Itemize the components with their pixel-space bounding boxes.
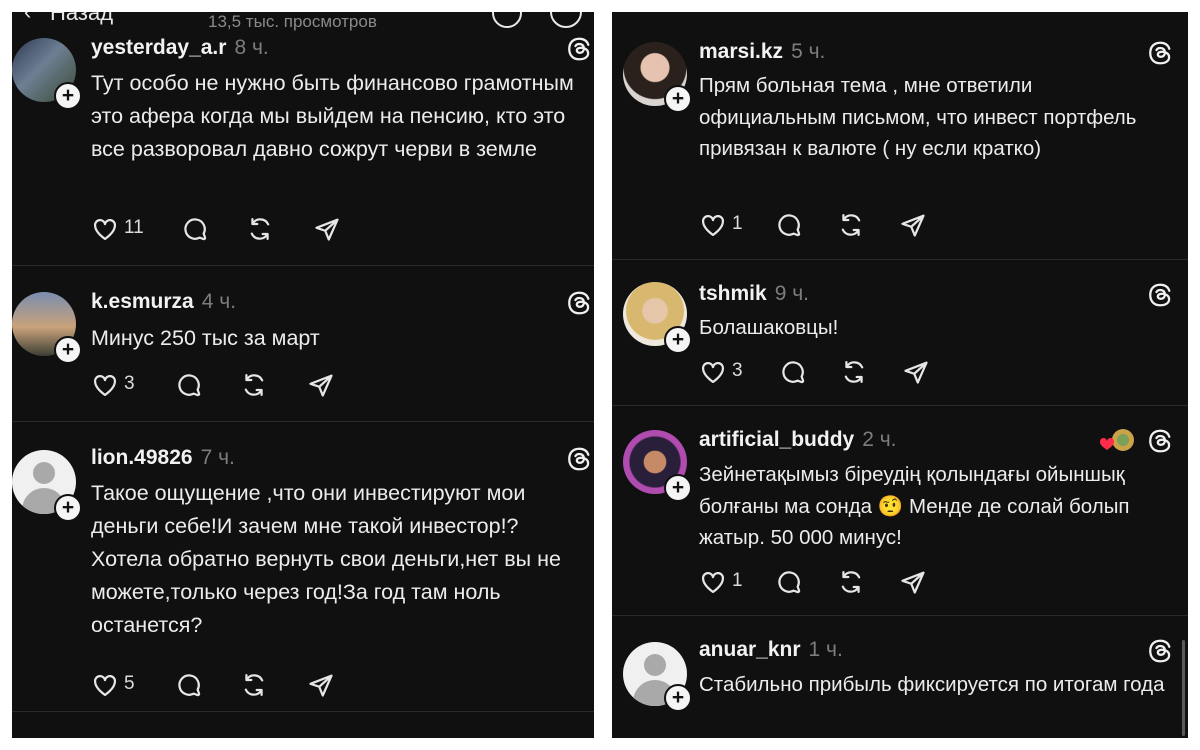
threads-logo-icon <box>568 447 590 471</box>
like-count: 1 <box>732 570 743 591</box>
follow-plus-icon[interactable]: + <box>664 85 692 113</box>
repost-icon[interactable] <box>240 671 268 699</box>
post-text: Зейнетақымыз біреудің қолындағы ойыншық … <box>699 463 1130 549</box>
share-icon[interactable] <box>902 358 930 386</box>
post-text: Стабильно прибыль фиксируется по итогам … <box>699 673 1165 696</box>
follow-plus-icon[interactable]: + <box>664 684 692 712</box>
action-row: 3 <box>91 371 391 401</box>
repost-icon[interactable] <box>246 215 274 243</box>
post-time: 1 ч. <box>808 638 843 661</box>
like-count: 5 <box>124 673 135 694</box>
follow-plus-icon[interactable]: + <box>664 474 692 502</box>
reply-post: + lion.49826 7 ч. Такое ощущение ,что они… <box>12 422 594 712</box>
repost-icon[interactable] <box>240 371 268 399</box>
username[interactable]: yesterday_a.r <box>91 36 226 59</box>
username[interactable]: lion.49826 <box>91 446 193 469</box>
threads-logo-icon <box>1149 639 1171 663</box>
username[interactable]: marsi.kz <box>699 40 783 63</box>
share-icon[interactable] <box>313 215 341 243</box>
username-row: marsi.kz 5 ч. <box>699 40 825 64</box>
username-row: artificial_buddy 2 ч. <box>699 428 897 452</box>
comment-icon[interactable] <box>775 211 803 239</box>
post-time: 7 ч. <box>200 446 235 469</box>
reply-post: + tshmik 9 ч. Болашаковцы! 3 <box>612 260 1188 406</box>
comment-icon[interactable] <box>779 358 807 386</box>
comment-icon[interactable] <box>175 671 203 699</box>
action-row: 11 <box>91 215 391 245</box>
divider <box>12 711 594 712</box>
threads-logo-icon <box>568 37 590 61</box>
post-text: Тут особо не нужно быть финансово грамот… <box>91 71 574 161</box>
post-time: 5 ч. <box>791 40 826 63</box>
reply-post: + yesterday_a.r 8 ч. Тут особо не нужно б… <box>12 12 594 266</box>
username-row: lion.49826 7 ч. <box>91 446 235 470</box>
share-icon[interactable] <box>307 371 335 399</box>
heart-icon[interactable] <box>91 215 119 243</box>
like-count: 3 <box>124 373 135 394</box>
username[interactable]: artificial_buddy <box>699 428 854 451</box>
post-time: 9 ч. <box>774 282 809 305</box>
follow-plus-icon[interactable]: + <box>54 494 82 522</box>
heart-icon[interactable] <box>91 671 119 699</box>
like-count: 3 <box>732 360 743 381</box>
post-time: 8 ч. <box>234 36 269 59</box>
post-time: 4 ч. <box>201 290 237 313</box>
share-icon[interactable] <box>899 568 927 596</box>
username-row: yesterday_a.r 8 ч. <box>91 36 269 60</box>
follow-plus-icon[interactable]: + <box>54 336 82 364</box>
username-row: k.esmurza 4 ч. <box>91 290 236 314</box>
heart-icon[interactable] <box>699 211 727 239</box>
right-thread-screenshot: + marsi.kz 5 ч. Прям больная тема , мне о… <box>612 12 1188 738</box>
share-icon[interactable] <box>899 211 927 239</box>
action-row: 1 <box>699 211 999 241</box>
post-text: Болашаковцы! <box>699 316 839 339</box>
reply-post: + marsi.kz 5 ч. Прям больная тема , мне о… <box>612 12 1188 260</box>
reply-post: + artificial_buddy 2 ч. Зейнетақымыз біре… <box>612 406 1188 616</box>
repost-icon[interactable] <box>840 358 868 386</box>
post-text: Такое ощущение ,что они инвестируют мои … <box>91 481 561 637</box>
comment-icon[interactable] <box>175 371 203 399</box>
heart-icon[interactable] <box>699 358 727 386</box>
action-row: 5 <box>91 671 391 701</box>
username-row: anuar_knr 1 ч. <box>699 638 843 662</box>
liked-by-author-icon <box>1099 429 1134 451</box>
threads-logo-icon <box>568 291 590 315</box>
reply-post: + anuar_knr 1 ч. Стабильно прибыль фиксир… <box>612 616 1188 738</box>
repost-icon[interactable] <box>837 211 865 239</box>
heart-icon[interactable] <box>91 371 119 399</box>
heart-icon[interactable] <box>699 568 727 596</box>
follow-plus-icon[interactable]: + <box>54 82 82 110</box>
share-icon[interactable] <box>307 671 335 699</box>
post-text: Минус 250 тыс за март <box>91 326 320 350</box>
left-thread-screenshot: ‹ Назад 13,5 тыс. просмотров + yesterday… <box>12 12 594 738</box>
username[interactable]: tshmik <box>699 282 767 305</box>
post-text: Прям больная тема , мне ответили официал… <box>699 74 1137 160</box>
like-count: 1 <box>732 213 743 234</box>
scrollbar[interactable] <box>1182 640 1185 736</box>
threads-logo-icon <box>1149 41 1171 65</box>
like-count: 11 <box>124 217 144 238</box>
repost-icon[interactable] <box>837 568 865 596</box>
action-row: 3 <box>699 358 999 388</box>
action-row: 1 <box>699 568 999 598</box>
threads-logo-icon <box>1149 283 1171 307</box>
threads-logo-icon <box>1149 429 1171 453</box>
username[interactable]: anuar_knr <box>699 638 801 661</box>
post-time: 2 ч. <box>862 428 897 451</box>
comment-icon[interactable] <box>181 215 209 243</box>
follow-plus-icon[interactable]: + <box>664 326 692 354</box>
username[interactable]: k.esmurza <box>91 290 194 313</box>
username-row: tshmik 9 ч. <box>699 282 809 306</box>
reply-post: + k.esmurza 4 ч. Минус 250 тыс за март 3 <box>12 266 594 422</box>
comment-icon[interactable] <box>775 568 803 596</box>
